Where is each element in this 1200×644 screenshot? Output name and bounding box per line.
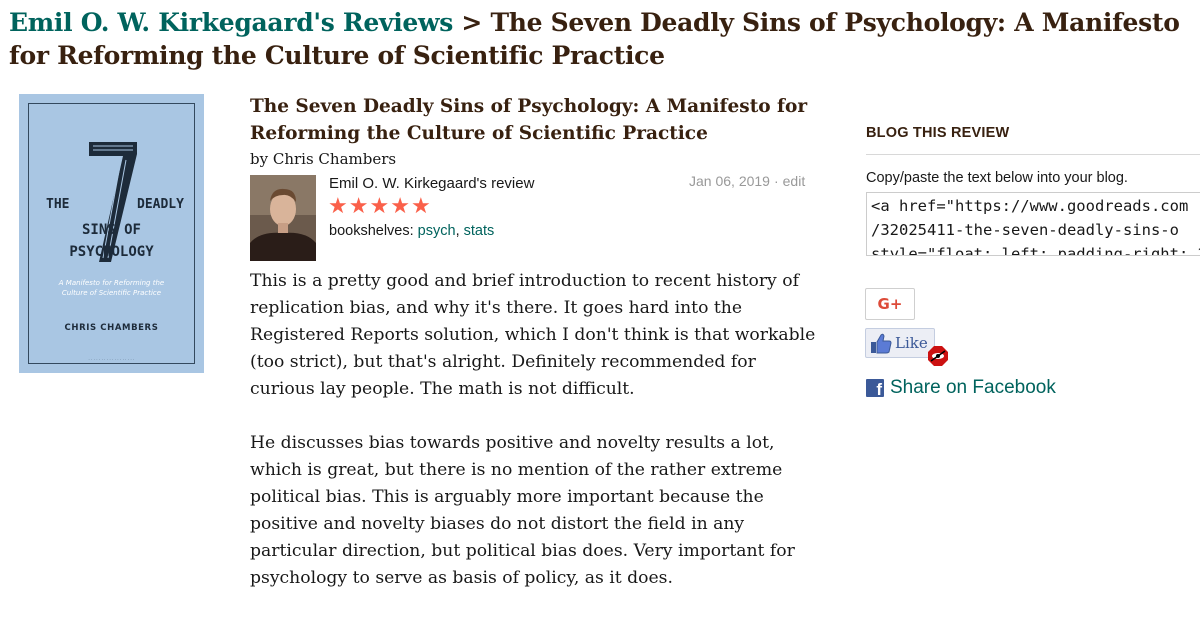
cover-decor-text-top: · · · · · · · · · · · · · · · · · ·: [88, 102, 135, 106]
cover-decor-text-bottom: · · · · · · · · · · · · · · · · · ·: [88, 358, 135, 362]
review-meta: Jan 06, 2019 · edit: [689, 173, 805, 189]
share-on-facebook-link[interactable]: f Share on Facebook: [866, 377, 1056, 399]
blocker-icon[interactable]: [927, 345, 949, 367]
embed-line: <a href="https://www.goodreads.com: [871, 197, 1189, 215]
review-paragraph: This is a pretty good and brief introduc…: [250, 271, 816, 399]
star-icon[interactable]: ★: [349, 195, 369, 219]
reviewer-suffix: 's review: [476, 175, 535, 192]
bookshelves-label: bookshelves:: [329, 223, 414, 239]
book-title-link[interactable]: The Seven Deadly Sins of Psychology: A M…: [250, 93, 810, 147]
star-icon[interactable]: ★: [390, 195, 410, 219]
star-rating: ★ ★ ★ ★ ★: [328, 195, 431, 219]
embed-line: /32025411-the-seven-deadly-sins-o: [871, 221, 1179, 239]
share-facebook-label: Share on Facebook: [890, 377, 1056, 398]
star-icon[interactable]: ★: [369, 195, 389, 219]
divider: [866, 154, 1200, 155]
reviewer-name-link[interactable]: Emil O. W. Kirkegaard: [329, 175, 477, 192]
book-cover[interactable]: · · · · · · · · · · · · · · · · · · THE …: [19, 94, 204, 373]
breadcrumb-separator: >: [461, 8, 483, 37]
reviewer-line: Emil O. W. Kirkegaard's review: [329, 175, 534, 192]
thumbs-up-icon: [871, 333, 892, 354]
cover-author: CHRIS CHAMBERS: [64, 323, 159, 333]
cover-word-sins-of: SINS OF: [81, 222, 141, 238]
bookshelves: bookshelves: psych, stats: [329, 223, 494, 239]
star-icon[interactable]: ★: [411, 195, 431, 219]
shelf-link-psych[interactable]: psych: [418, 223, 456, 239]
cover-word-psychology: PSYCHOLOGY: [69, 244, 154, 260]
by-prefix: by: [250, 150, 269, 168]
star-icon[interactable]: ★: [328, 195, 348, 219]
cover-word-the: THE: [46, 197, 70, 212]
facebook-icon: f: [866, 379, 884, 398]
cover-word-deadly: DEADLY: [137, 197, 184, 212]
review-text: This is a pretty good and brief introduc…: [250, 268, 825, 619]
meta-separator: ·: [773, 173, 779, 189]
shelf-link-stats[interactable]: stats: [464, 223, 495, 239]
blog-this-review-heading: BLOG THIS REVIEW: [866, 125, 1010, 141]
cover-subtitle: A Manifesto for Reforming the Culture of…: [58, 279, 165, 297]
blog-embed-textarea[interactable]: <a href="https://www.goodreads.com/32025…: [866, 192, 1200, 256]
like-label: Like: [895, 334, 928, 352]
author-link[interactable]: Chris Chambers: [273, 150, 396, 168]
edit-link[interactable]: edit: [783, 173, 806, 189]
reviewer-avatar[interactable]: [250, 175, 316, 261]
book-author-line: by Chris Chambers: [250, 150, 396, 168]
review-paragraph: He discusses bias towards positive and n…: [250, 433, 795, 588]
embed-line: style="float: left; padding-right: 20px: [871, 245, 1200, 256]
review-date[interactable]: Jan 06, 2019: [689, 173, 770, 189]
reviews-link[interactable]: Emil O. W. Kirkegaard's Reviews: [9, 8, 453, 37]
blog-instructions: Copy/paste the text below into your blog…: [866, 170, 1128, 186]
page-title: Emil O. W. Kirkegaard's Reviews > The Se…: [9, 6, 1200, 72]
shelf-separator: ,: [455, 223, 460, 239]
google-plus-button[interactable]: G+: [865, 288, 915, 320]
facebook-like-button[interactable]: Like: [865, 328, 935, 358]
